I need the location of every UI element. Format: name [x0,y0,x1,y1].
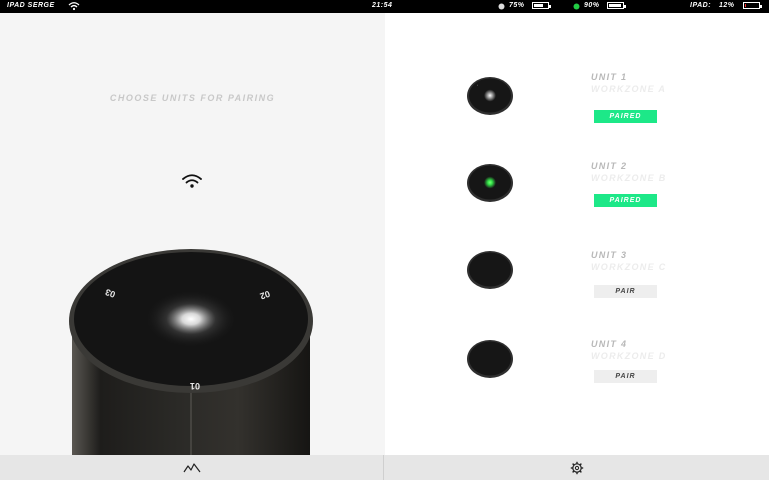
battery3-label: 12% [719,2,735,9]
paired-badge[interactable]: PAIRED [594,110,657,123]
status-bar: IPAD SERGE 21:54 75% 90% IPAD: 12% [0,0,769,13]
unit-knob-icon [467,251,513,289]
battery1-label: 75% [509,2,525,9]
carrier-name: IPAD SERGE [7,2,55,9]
unit-zone: WORKZONE D [591,351,667,361]
activity-graph-icon [183,462,200,472]
gear-icon [570,461,584,474]
status-dot-icon [573,3,580,10]
battery3-icon [743,2,762,9]
tab-activity[interactable] [0,455,384,480]
unit-zone: WORKZONE B [591,173,667,183]
tab-settings[interactable] [385,455,769,480]
battery3-prefix: IPAD: [690,2,712,9]
status-wifi-icon [68,2,80,11]
unit-zone: WORKZONE A [591,84,667,94]
unit-knob-icon [467,340,513,378]
battery2-icon [607,2,626,9]
pair-button[interactable]: PAIR [594,370,657,383]
unit-knob-icon [467,164,513,202]
battery1-icon [532,2,551,9]
choose-units-title: CHOOSE UNITS FOR PAIRING [109,93,276,103]
pairing-panel: CHOOSE UNITS FOR PAIRING 03 02 01 [0,13,385,455]
battery2-label: 90% [584,2,600,9]
bluetooth-icon [498,3,505,10]
pair-button[interactable]: PAIR [594,285,657,298]
wifi-icon [182,174,202,188]
unit-name: UNIT 4 [591,339,628,349]
unit-knob-icon: • [467,77,513,115]
unit-name: UNIT 2 [591,161,628,171]
status-time: 21:54 [372,2,393,9]
units-list: • UNIT 1 WORKZONE A PAIRED UNIT 2 WORKZO… [385,13,769,455]
unit-name: UNIT 3 [591,250,628,260]
tab-bar [0,455,769,480]
paired-badge[interactable]: PAIRED [594,194,657,207]
unit-zone: WORKZONE C [591,262,667,272]
svg-text:•: • [477,83,478,87]
dial-label-01: 01 [190,381,200,391]
device-light [146,291,236,347]
unit-name: UNIT 1 [591,72,628,82]
device-illustration: 03 02 01 [69,249,313,455]
